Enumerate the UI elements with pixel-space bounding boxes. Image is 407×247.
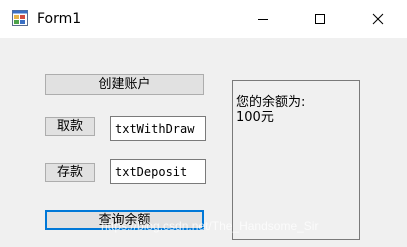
maximize-icon (315, 14, 325, 24)
balance-display-box: 您的余额为: 100元 (232, 80, 360, 240)
title-bar[interactable]: Form1 (0, 0, 407, 38)
deposit-button[interactable]: 存款 (45, 163, 95, 182)
withdraw-amount-input[interactable]: txtWithDraw (110, 116, 206, 141)
balance-label: 您的余额为: (236, 95, 306, 110)
window-title: Form1 (37, 11, 82, 27)
maximize-button[interactable] (297, 0, 343, 38)
balance-text: 您的余额为: 100元 (236, 95, 305, 125)
close-icon (372, 13, 384, 25)
form-client-area: 创建账户 取款 txtWithDraw 存款 txtDeposit 查询余额 您… (0, 38, 407, 247)
minimize-button[interactable] (240, 0, 286, 38)
form-window: Form1 创建账户 取款 txtWithDraw 存款 txtDeposit … (0, 0, 407, 247)
deposit-amount-input[interactable]: txtDeposit (110, 159, 206, 184)
balance-amount: 100元 (236, 110, 274, 125)
withdraw-button[interactable]: 取款 (45, 117, 95, 136)
watermark-text: https://blog.csdn.net/The_Handsome_Sir (101, 219, 319, 233)
create-account-button[interactable]: 创建账户 (45, 74, 204, 95)
close-button[interactable] (355, 0, 401, 38)
minimize-icon (258, 19, 268, 20)
app-icon (12, 10, 28, 26)
